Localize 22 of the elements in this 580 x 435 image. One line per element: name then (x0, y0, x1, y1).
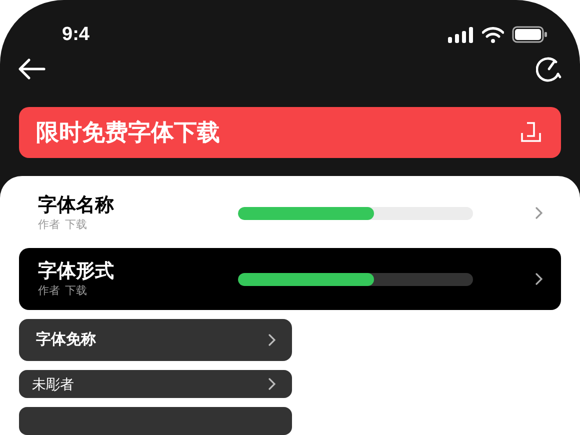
download-label: 下载 (65, 284, 87, 298)
promo-banner[interactable]: 限时免费字体下载 (19, 106, 561, 158)
banner-title: 限时免费字体下载 (36, 118, 220, 148)
menu-item[interactable]: 字体免称 (19, 319, 292, 361)
menu-item[interactable]: 未彫者 (19, 370, 292, 398)
font-title: 字体名称 (38, 194, 114, 218)
download-label: 下载 (65, 218, 87, 232)
gauge-icon[interactable] (536, 56, 562, 82)
author-label: 作者 (38, 218, 60, 232)
battery-icon (512, 26, 548, 44)
font-card[interactable]: 字体形式 作者 下载 (19, 248, 561, 310)
chevron-icon (535, 273, 543, 285)
chevron-icon (268, 334, 276, 346)
download-icon (521, 121, 541, 144)
author-label: 作者 (38, 284, 60, 298)
signal-icon (448, 26, 474, 43)
chevron-icon (535, 207, 543, 219)
chevron-icon (268, 378, 276, 390)
font-title: 字体形式 (38, 260, 114, 284)
status-time: 9:4 (62, 22, 90, 46)
wifi-icon (482, 26, 504, 43)
back-arrow-icon[interactable] (18, 58, 46, 80)
